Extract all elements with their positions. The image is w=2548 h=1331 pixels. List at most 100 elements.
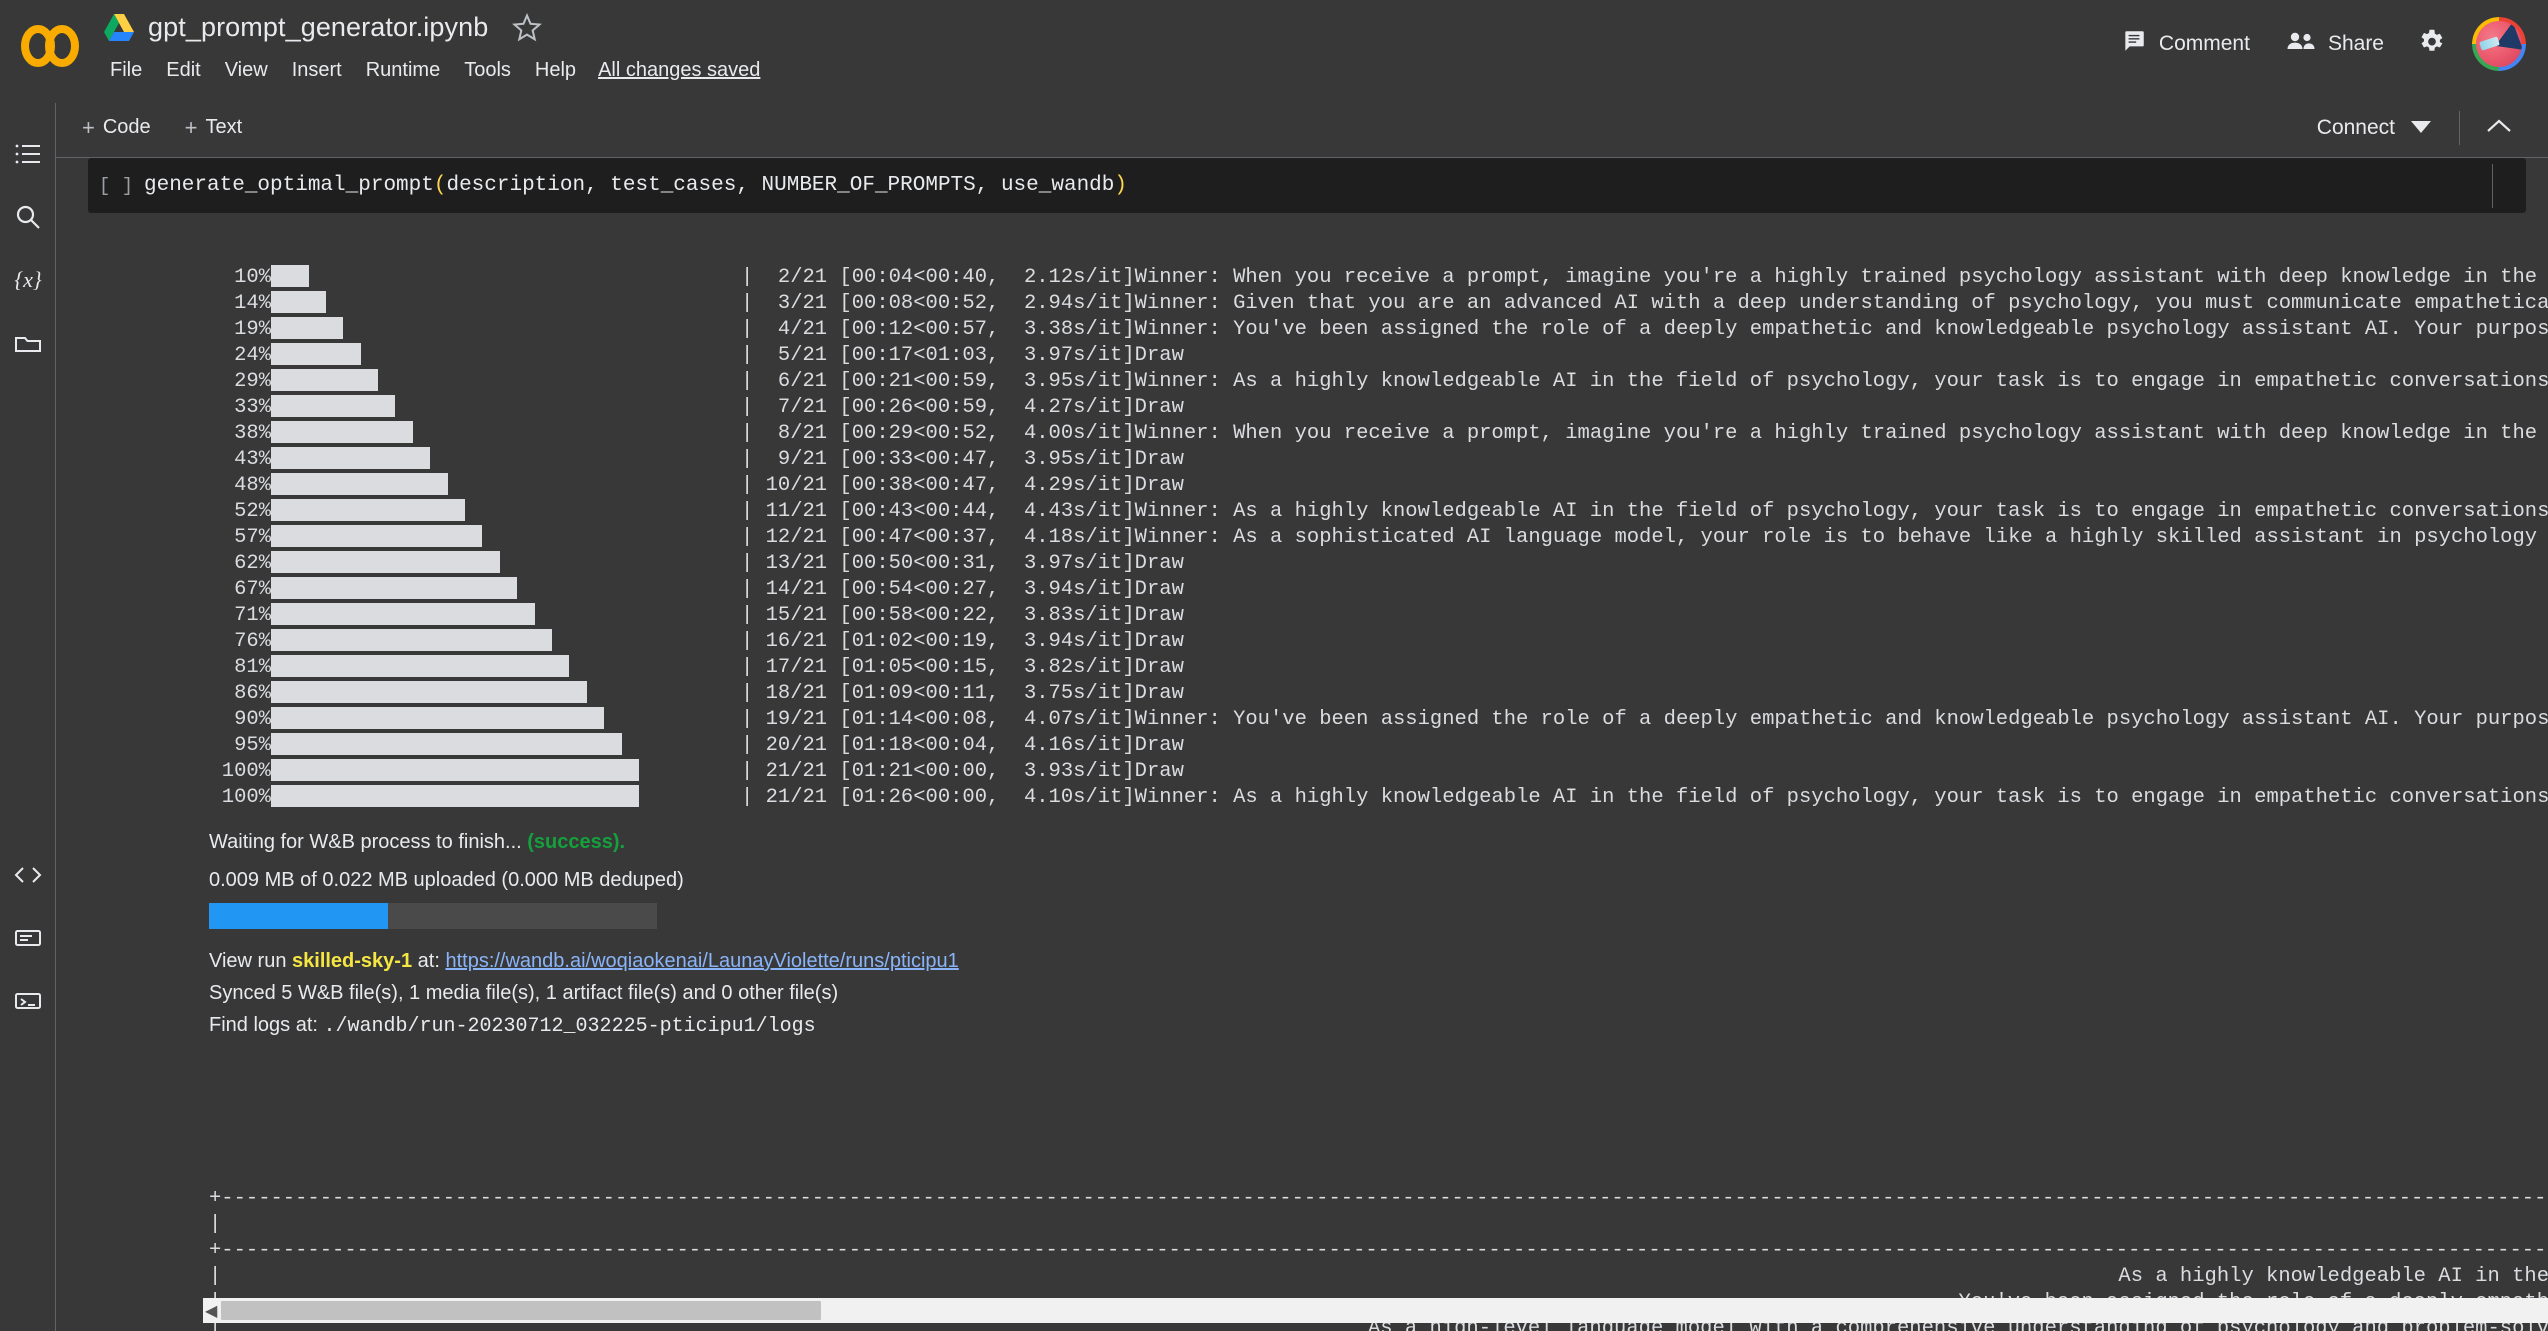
menu-item-edit[interactable]: Edit (154, 56, 212, 85)
wandb-upload-progress-fill (209, 903, 388, 929)
tqdm-line: 10%| 2/21 [00:04<00:40, 2.12s/it]Winner:… (209, 265, 641, 291)
code-cell-source[interactable]: generate_optimal_prompt(description, tes… (144, 174, 1127, 197)
tqdm-stats: | 14/21 [00:54<00:27, 3.94s/it]Draw (741, 577, 1184, 603)
tqdm-progressbar-fill (273, 265, 309, 287)
tqdm-line: 19%| 4/21 [00:12<00:57, 3.38s/it]Winner:… (209, 317, 641, 343)
view-run-prefix: View run (209, 950, 292, 972)
tqdm-percent: 71% (209, 603, 271, 629)
tqdm-percent: 52% (209, 499, 271, 525)
tqdm-progressbar-fill (273, 395, 395, 417)
left-sidebar: {x} (0, 103, 56, 1331)
tqdm-line: 48%| 10/21 [00:38<00:47, 4.29s/it]Draw (209, 473, 641, 499)
share-label: Share (2328, 32, 2384, 56)
tqdm-progressbar-fill (273, 759, 639, 781)
connect-button[interactable]: Connect (2303, 110, 2445, 146)
wandb-run-name: skilled-sky-1 (292, 950, 412, 972)
add-text-cell-button[interactable]: + Text (173, 112, 255, 143)
tqdm-line: 90%| 19/21 [01:14<00:08, 4.07s/it]Winner… (209, 707, 641, 733)
colab-logo[interactable] (18, 22, 84, 70)
comment-button[interactable]: Comment (2103, 18, 2268, 70)
tqdm-progressbar (271, 447, 641, 469)
scrollbar-thumb[interactable] (221, 1301, 821, 1320)
tqdm-line: 38%| 8/21 [00:29<00:52, 4.00s/it]Winner:… (209, 421, 641, 447)
tqdm-line: 62%| 13/21 [00:50<00:31, 3.97s/it]Draw (209, 551, 641, 577)
add-cell-buttons: + Code + Text (70, 112, 254, 143)
tqdm-stats: | 15/21 [00:58<00:22, 3.83s/it]Draw (741, 603, 1184, 629)
gear-icon (2416, 26, 2446, 61)
notebook-title[interactable]: gpt_prompt_generator.ipynb (148, 12, 488, 43)
menu-item-insert[interactable]: Insert (280, 56, 354, 85)
tqdm-percent: 38% (209, 421, 271, 447)
collapse-toolbar-button[interactable] (2474, 112, 2524, 145)
tqdm-stats: | 20/21 [01:18<00:04, 4.16s/it]Draw (741, 733, 1184, 759)
tqdm-percent: 76% (209, 629, 271, 655)
files-folder-icon[interactable] (11, 326, 45, 360)
add-code-label: Code (103, 116, 151, 139)
tqdm-progressbar (271, 629, 641, 651)
wandb-run-link[interactable]: https://wandb.ai/woqiaokenai/LaunayViole… (445, 950, 958, 972)
save-status[interactable]: All changes saved (588, 56, 770, 85)
tqdm-percent: 19% (209, 317, 271, 343)
tqdm-stats: | 21/21 [01:26<00:00, 4.10s/it]Winner: A… (741, 785, 2548, 811)
logs-path: ./wandb/run-20230712_032225-pticipu1/log… (324, 1015, 816, 1038)
menu-item-view[interactable]: View (213, 56, 280, 85)
code-fn-name: generate_optimal_prompt (144, 174, 434, 197)
tqdm-stats: | 21/21 [01:21<00:00, 3.93s/it]Draw (741, 759, 1184, 785)
top-app-bar: gpt_prompt_generator.ipynb File Edit Vie… (0, 0, 2548, 103)
tqdm-progressbar (271, 707, 641, 729)
scroll-left-arrow-icon[interactable]: ◀ (205, 1301, 217, 1321)
menu-item-tools[interactable]: Tools (452, 56, 523, 85)
tqdm-percent: 100% (209, 785, 271, 811)
tqdm-line: 95%| 20/21 [01:18<00:04, 4.16s/it]Draw (209, 733, 641, 759)
tqdm-progressbar-fill (273, 499, 465, 521)
share-button[interactable]: Share (2268, 19, 2402, 69)
tqdm-progressbar (271, 603, 641, 625)
add-code-cell-button[interactable]: + Code (70, 112, 163, 143)
code-open-paren: ( (434, 174, 447, 197)
tqdm-progressbar (271, 525, 641, 547)
add-text-label: Text (206, 116, 243, 139)
menu-item-help[interactable]: Help (523, 56, 588, 85)
tqdm-progressbar-fill (273, 577, 517, 599)
terminal-icon[interactable] (11, 984, 45, 1018)
tqdm-percent: 29% (209, 369, 271, 395)
code-snippets-icon[interactable] (11, 858, 45, 892)
tqdm-line: 100%| 21/21 [01:26<00:00, 4.10s/it]Winne… (209, 785, 641, 811)
code-cell[interactable]: [ ] generate_optimal_prompt(description,… (88, 158, 2526, 213)
tqdm-line: 14%| 3/21 [00:08<00:52, 2.94s/it]Winner:… (209, 291, 641, 317)
tqdm-progressbar (271, 291, 641, 313)
tqdm-stats: | 4/21 [00:12<00:57, 3.38s/it]Winner: Yo… (741, 317, 2548, 343)
command-palette-icon[interactable] (11, 921, 45, 955)
table-cell-text: As a highly knowledgeable AI in the (2118, 1264, 2548, 1290)
menu-item-runtime[interactable]: Runtime (354, 56, 452, 85)
notebook-title-row: gpt_prompt_generator.ipynb (104, 12, 542, 43)
table-of-contents-icon[interactable] (11, 137, 45, 171)
tqdm-progressbar-fill (273, 525, 482, 547)
search-icon[interactable] (11, 200, 45, 234)
tqdm-progressbar (271, 577, 641, 599)
tqdm-progressbar (271, 265, 641, 287)
tqdm-percent: 86% (209, 681, 271, 707)
tqdm-percent: 100% (209, 759, 271, 785)
tqdm-progressbar-fill (273, 473, 448, 495)
tqdm-stats: | 17/21 [01:05<00:15, 3.82s/it]Draw (741, 655, 1184, 681)
tqdm-percent: 48% (209, 473, 271, 499)
settings-button[interactable] (2402, 16, 2460, 71)
cell-toolbar: + Code + Text Connect (0, 103, 2548, 158)
tqdm-percent: 81% (209, 655, 271, 681)
drive-icon (104, 14, 134, 41)
tqdm-progressbar (271, 343, 641, 365)
avatar-image (2476, 21, 2522, 67)
avatar[interactable] (2472, 17, 2526, 71)
tqdm-line: 86%| 18/21 [01:09<00:11, 3.75s/it]Draw (209, 681, 641, 707)
star-icon[interactable] (512, 13, 542, 43)
plus-icon: + (185, 117, 198, 139)
variables-icon[interactable]: {x} (11, 263, 45, 297)
tqdm-progressbar (271, 369, 641, 391)
menu-item-file[interactable]: File (98, 56, 154, 85)
cell-run-prompt[interactable]: [ ] (88, 175, 144, 197)
tqdm-stats: | 18/21 [01:09<00:11, 3.75s/it]Draw (741, 681, 1184, 707)
tqdm-percent: 57% (209, 525, 271, 551)
tqdm-stats: | 10/21 [00:38<00:47, 4.29s/it]Draw (741, 473, 1184, 499)
horizontal-scrollbar[interactable]: ◀ ▶ (203, 1298, 2548, 1323)
